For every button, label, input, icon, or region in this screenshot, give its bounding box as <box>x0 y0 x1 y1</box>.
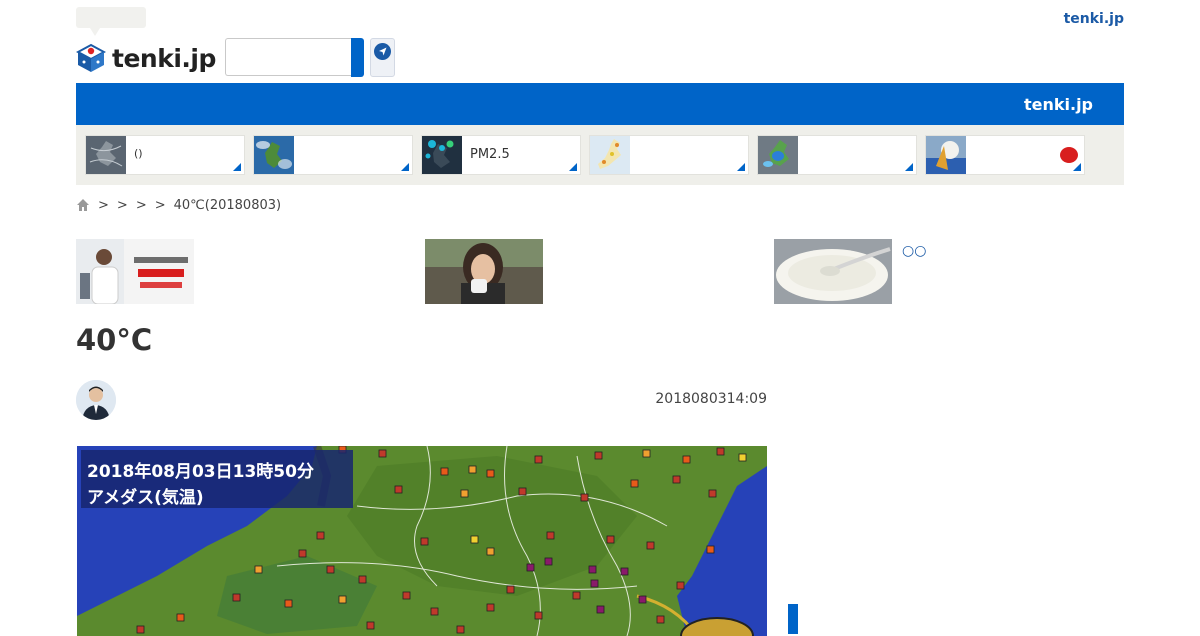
map-tiles-strip: () PM2.5 <box>76 125 1124 185</box>
map-caption-datetime: 2018年08月03日13時50分 <box>87 462 314 482</box>
home-icon[interactable] <box>76 198 90 212</box>
article-title: 40°C <box>76 323 153 357</box>
tile-corner-icon <box>401 163 409 171</box>
map-caption: 2018年08月03日13時50分 アメダス(気温) <box>81 450 353 508</box>
ad-lab-image <box>76 239 194 304</box>
ad-yogurt-image <box>774 239 892 304</box>
global-nav-bar: tenki.jp <box>76 83 1124 125</box>
logo-cube-icon <box>76 43 106 72</box>
search-button[interactable] <box>351 38 364 77</box>
breadcrumb-separator: > <box>116 197 128 213</box>
ad-thumbnail-lab[interactable] <box>76 239 194 304</box>
search-input[interactable] <box>225 38 351 76</box>
breadcrumb: > > > > 40℃(20180803) <box>76 197 281 213</box>
ad-thumbnail-woman[interactable] <box>425 239 543 304</box>
nav-bar-title[interactable]: tenki.jp <box>1024 95 1093 114</box>
top-right-link[interactable]: tenki.jp <box>1064 11 1124 27</box>
breadcrumb-current: 40℃(20180803) <box>173 197 282 213</box>
map-caption-label: アメダス(気温) <box>87 488 204 508</box>
tile-label: PM2.5 <box>470 147 510 162</box>
author-avatar[interactable] <box>76 380 116 420</box>
author-photo <box>76 380 116 420</box>
breadcrumb-separator: > <box>98 197 109 213</box>
tile-rain-radar[interactable] <box>757 135 917 175</box>
satellite-thumbnail <box>254 136 294 174</box>
tile-weather-map[interactable]: () <box>85 135 245 175</box>
japan-map-thumbnail <box>590 136 630 174</box>
tile-satellite[interactable] <box>253 135 413 175</box>
ad-thumbnail-yogurt[interactable] <box>774 239 892 304</box>
site-logo[interactable]: tenki.jp <box>76 42 216 74</box>
tile-corner-icon <box>233 163 241 171</box>
tile-corner-icon <box>569 163 577 171</box>
tile-pm25[interactable]: PM2.5 <box>421 135 581 175</box>
speech-bubble <box>76 7 146 36</box>
rain-radar-thumbnail <box>758 136 798 174</box>
current-location-button[interactable] <box>370 38 395 77</box>
tile-special[interactable] <box>925 135 1085 175</box>
tile-corner-icon <box>1073 163 1081 171</box>
tile-corner-icon <box>737 163 745 171</box>
ad-text[interactable]: ○○ <box>902 243 926 259</box>
weather-map-thumbnail <box>86 136 126 174</box>
tile-japan-map[interactable] <box>589 135 749 175</box>
tile-label: () <box>134 147 143 160</box>
tile-corner-icon <box>905 163 913 171</box>
breadcrumb-separator: > <box>154 197 166 213</box>
location-arrow-icon <box>374 43 391 60</box>
breadcrumb-separator: > <box>135 197 147 213</box>
amedas-temperature-map: 2018年08月03日13時50分 アメダス(気温) <box>77 446 767 636</box>
red-dot-icon <box>1060 147 1078 163</box>
special-thumbnail <box>926 136 966 174</box>
ad-woman-image <box>425 239 543 304</box>
pm25-thumbnail <box>422 136 462 174</box>
publish-date: 2018080314:09 <box>655 391 767 407</box>
logo-text: tenki.jp <box>112 43 216 73</box>
